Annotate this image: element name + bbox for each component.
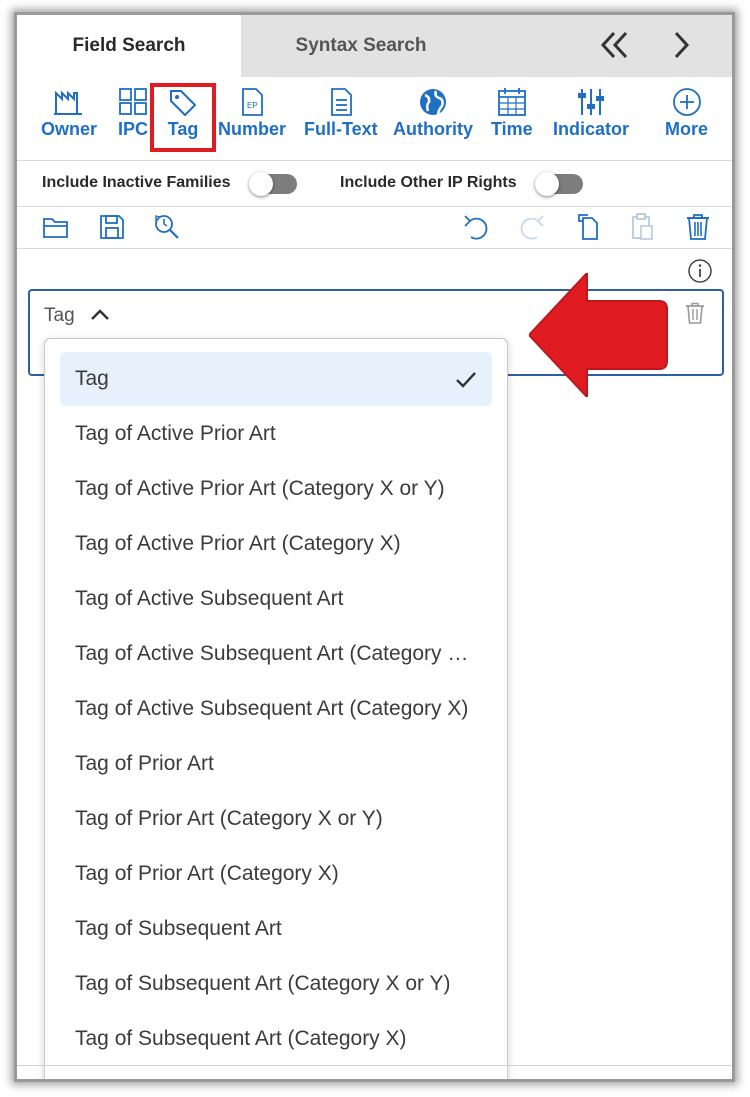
dropdown-option[interactable]: Tag of Subsequent Art (Category X or Y) (60, 957, 492, 1011)
dropdown-option[interactable]: Tag of Prior Art (Category X) (60, 847, 492, 901)
factory-icon (54, 90, 82, 115)
toolbar-ipc-button[interactable]: IPC (117, 87, 149, 140)
toolbar-more-button[interactable]: More (665, 87, 708, 140)
dropdown-option-label: Tag of Subsequent Art (75, 917, 282, 940)
red-arrow-annotation (529, 273, 668, 397)
trash-icon[interactable] (683, 212, 713, 242)
save-icon[interactable] (97, 212, 127, 242)
dropdown-option[interactable]: Tag (60, 352, 492, 406)
field-type-toolbar: Owner IPC Tag EP Number Full-Text Author… (17, 77, 732, 161)
toolbar-authority-button[interactable]: Authority (393, 87, 473, 140)
toolbar-time-button[interactable]: Time (491, 87, 533, 140)
grid-icon (119, 88, 147, 115)
dropdown-option-label: Tag of Prior Art (75, 752, 214, 775)
dropdown-option[interactable]: Tag of Active Subsequent Art (Category X… (60, 682, 492, 736)
calendar-icon (497, 88, 526, 116)
chevron-up-icon[interactable] (88, 303, 112, 327)
inactive-families-toggle[interactable] (249, 172, 299, 196)
open-folder-icon[interactable] (41, 212, 71, 242)
inactive-families-label: Include Inactive Families (42, 174, 231, 191)
toolbar-label: Owner (41, 119, 98, 139)
info-icon[interactable] (687, 258, 713, 284)
dropdown-option[interactable]: Tag of Active Prior Art (Category X) (60, 517, 492, 571)
tab-field-search[interactable]: Field Search (17, 15, 241, 77)
dropdown-option[interactable]: Tag of Subsequent Art (60, 902, 492, 956)
dropdown-option-label: Tag of Active Subsequent Art (75, 587, 344, 610)
dropdown-option-label: Tag (75, 367, 109, 390)
dropdown-option[interactable]: Tag of Prior Art (60, 737, 492, 791)
copy-icon[interactable] (573, 212, 603, 242)
toolbar-label: IPC (117, 119, 148, 139)
other-ip-rights-label: Include Other IP Rights (340, 174, 517, 191)
tag-field-dropdown: Tag Tag of Active Prior Art Tag of Active … (44, 338, 508, 1079)
ep-document-icon: EP (242, 88, 263, 116)
plus-circle-icon (672, 88, 701, 116)
undo-icon[interactable] (461, 212, 491, 242)
tab-syntax-search[interactable]: Syntax Search (241, 15, 481, 77)
tag-highlight-box (150, 83, 216, 152)
svg-text:EP: EP (247, 101, 258, 110)
dropdown-option[interactable]: Tag of Active Prior Art (60, 407, 492, 461)
document-icon (330, 88, 352, 116)
checkmark-icon (456, 372, 476, 388)
search-history-icon[interactable] (152, 212, 182, 242)
action-toolbar (17, 207, 732, 249)
search-panel: Field Search Syntax Search Owner IPC Tag… (14, 12, 735, 1082)
dropdown-option[interactable]: Tag of Active Subsequent Art (Category X… (60, 627, 492, 681)
dropdown-option-label: Tag of Subsequent Art (Category X or Y) (75, 972, 451, 995)
toolbar-fulltext-button[interactable]: Full-Text (304, 87, 378, 140)
paste-icon[interactable] (627, 212, 657, 242)
dropdown-option-label: Tag of Prior Art (Category X or Y) (75, 807, 383, 830)
dropdown-option[interactable]: Tag of Active Prior Art (Category X or Y… (60, 462, 492, 516)
dropdown-option-label: Tag of Active Prior Art (Category X or Y… (75, 477, 445, 500)
globe-icon (420, 89, 446, 115)
sliders-icon (578, 89, 604, 115)
toolbar-indicator-button[interactable]: Indicator (553, 87, 629, 140)
dropdown-option[interactable]: Tag of Subsequent Art (Category X) (60, 1012, 492, 1066)
tab-bar: Field Search Syntax Search (17, 15, 732, 77)
redo-icon[interactable] (517, 212, 547, 242)
dropdown-option-label: Tag of Subsequent Art (Category X) (75, 1027, 407, 1050)
toggle-row: Include Inactive Families Include Other … (17, 161, 732, 207)
dropdown-option-label: Tag of Active Subsequent Art (Category X… (75, 642, 470, 665)
field-trash-icon[interactable] (683, 301, 707, 325)
chevron-right-icon[interactable] (671, 25, 691, 74)
toolbar-number-button[interactable]: EP Number (218, 87, 286, 140)
divider (17, 1065, 732, 1066)
toolbar-label: Full-Text (304, 119, 378, 139)
dropdown-option[interactable]: Tag of Prior Art (Category X or Y) (60, 792, 492, 846)
toolbar-label: Indicator (553, 119, 630, 139)
double-chevron-left-icon[interactable] (599, 25, 629, 74)
dropdown-option-label: Tag of Prior Art (Category X) (75, 862, 339, 885)
toolbar-owner-button[interactable]: Owner (41, 87, 97, 140)
toolbar-label: Time (491, 119, 533, 139)
dropdown-option-label: Tag of Active Subsequent Art (Category X… (75, 697, 469, 720)
field-type-selector[interactable]: Tag (44, 305, 75, 327)
toolbar-label: More (665, 119, 709, 139)
other-ip-rights-toggle[interactable] (535, 172, 585, 196)
dropdown-option-label: Tag of Active Prior Art (Category X) (75, 532, 401, 555)
toolbar-label: Number (218, 119, 287, 139)
dropdown-option[interactable]: Tag of Active Subsequent Art (60, 572, 492, 626)
dropdown-option-label: Tag of Active Prior Art (75, 422, 276, 445)
toolbar-label: Authority (393, 119, 473, 139)
